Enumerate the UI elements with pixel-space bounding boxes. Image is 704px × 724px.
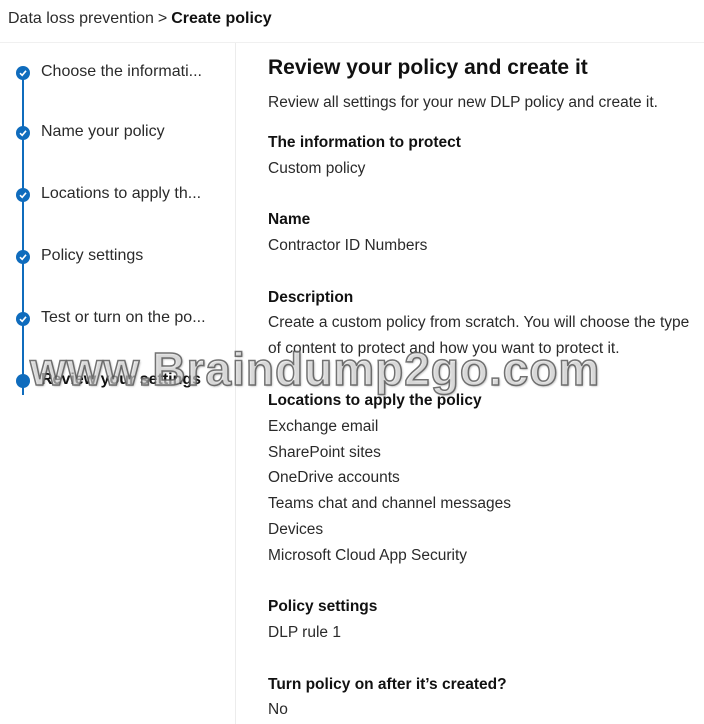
wizard-step-label: Choose the informati... <box>41 63 202 80</box>
location-item: SharePoint sites <box>268 444 381 461</box>
page-title: Review your policy and create it <box>268 56 588 79</box>
wizard-step-policy-settings[interactable]: Policy settings <box>16 245 231 269</box>
step-completed-check-icon <box>16 126 30 140</box>
wizard-step-label: Policy settings <box>41 247 144 264</box>
wizard-steps-panel: Choose the informati... Name your policy… <box>0 43 236 724</box>
name-value: Contractor ID Numbers <box>268 237 428 254</box>
breadcrumb-current: Create policy <box>171 10 272 27</box>
policy-settings-value: DLP rule 1 <box>268 624 341 641</box>
location-item: Microsoft Cloud App Security <box>268 547 468 564</box>
wizard-step-test-or-turn-on[interactable]: Test or turn on the po... <box>16 307 231 331</box>
description-value: Create a custom policy from scratch. You… <box>268 314 690 357</box>
info-to-protect-value: Custom policy <box>268 160 366 177</box>
wizard-step-locations[interactable]: Locations to apply th... <box>16 183 231 207</box>
policy-settings-heading: Policy settings <box>268 598 378 615</box>
turn-on-heading: Turn policy on after it’s created? <box>268 676 507 693</box>
wizard-step-label: Locations to apply th... <box>41 185 202 202</box>
page-subtitle: Review all settings for your new DLP pol… <box>268 94 658 111</box>
breadcrumb-parent-link[interactable]: Data loss prevention <box>8 10 154 27</box>
location-item: OneDrive accounts <box>268 469 400 486</box>
breadcrumb-separator: > <box>157 10 168 27</box>
step-completed-check-icon <box>16 66 30 80</box>
info-to-protect-heading: The information to protect <box>268 134 461 151</box>
wizard-step-choose-information[interactable]: Choose the informati... <box>16 61 231 85</box>
name-heading: Name <box>268 211 311 228</box>
wizard-step-name-policy[interactable]: Name your policy <box>16 121 231 145</box>
step-completed-check-icon <box>16 188 30 202</box>
wizard-step-label: Test or turn on the po... <box>41 309 206 326</box>
locations-heading: Locations to apply the policy <box>268 392 482 409</box>
wizard-step-label: Review your settings <box>41 371 202 388</box>
location-item: Teams chat and channel messages <box>268 495 511 512</box>
turn-on-value: No <box>268 701 288 718</box>
step-completed-check-icon <box>16 312 30 326</box>
wizard-step-review-settings[interactable]: Review your settings <box>16 369 231 393</box>
step-completed-check-icon <box>16 250 30 264</box>
breadcrumb: Data loss prevention > Create policy <box>8 10 272 28</box>
step-current-dot-icon <box>16 374 30 388</box>
location-item: Devices <box>268 521 324 538</box>
description-heading: Description <box>268 289 354 306</box>
wizard-step-label: Name your policy <box>41 123 165 140</box>
location-item: Exchange email <box>268 418 379 435</box>
panel-divider <box>235 43 236 724</box>
